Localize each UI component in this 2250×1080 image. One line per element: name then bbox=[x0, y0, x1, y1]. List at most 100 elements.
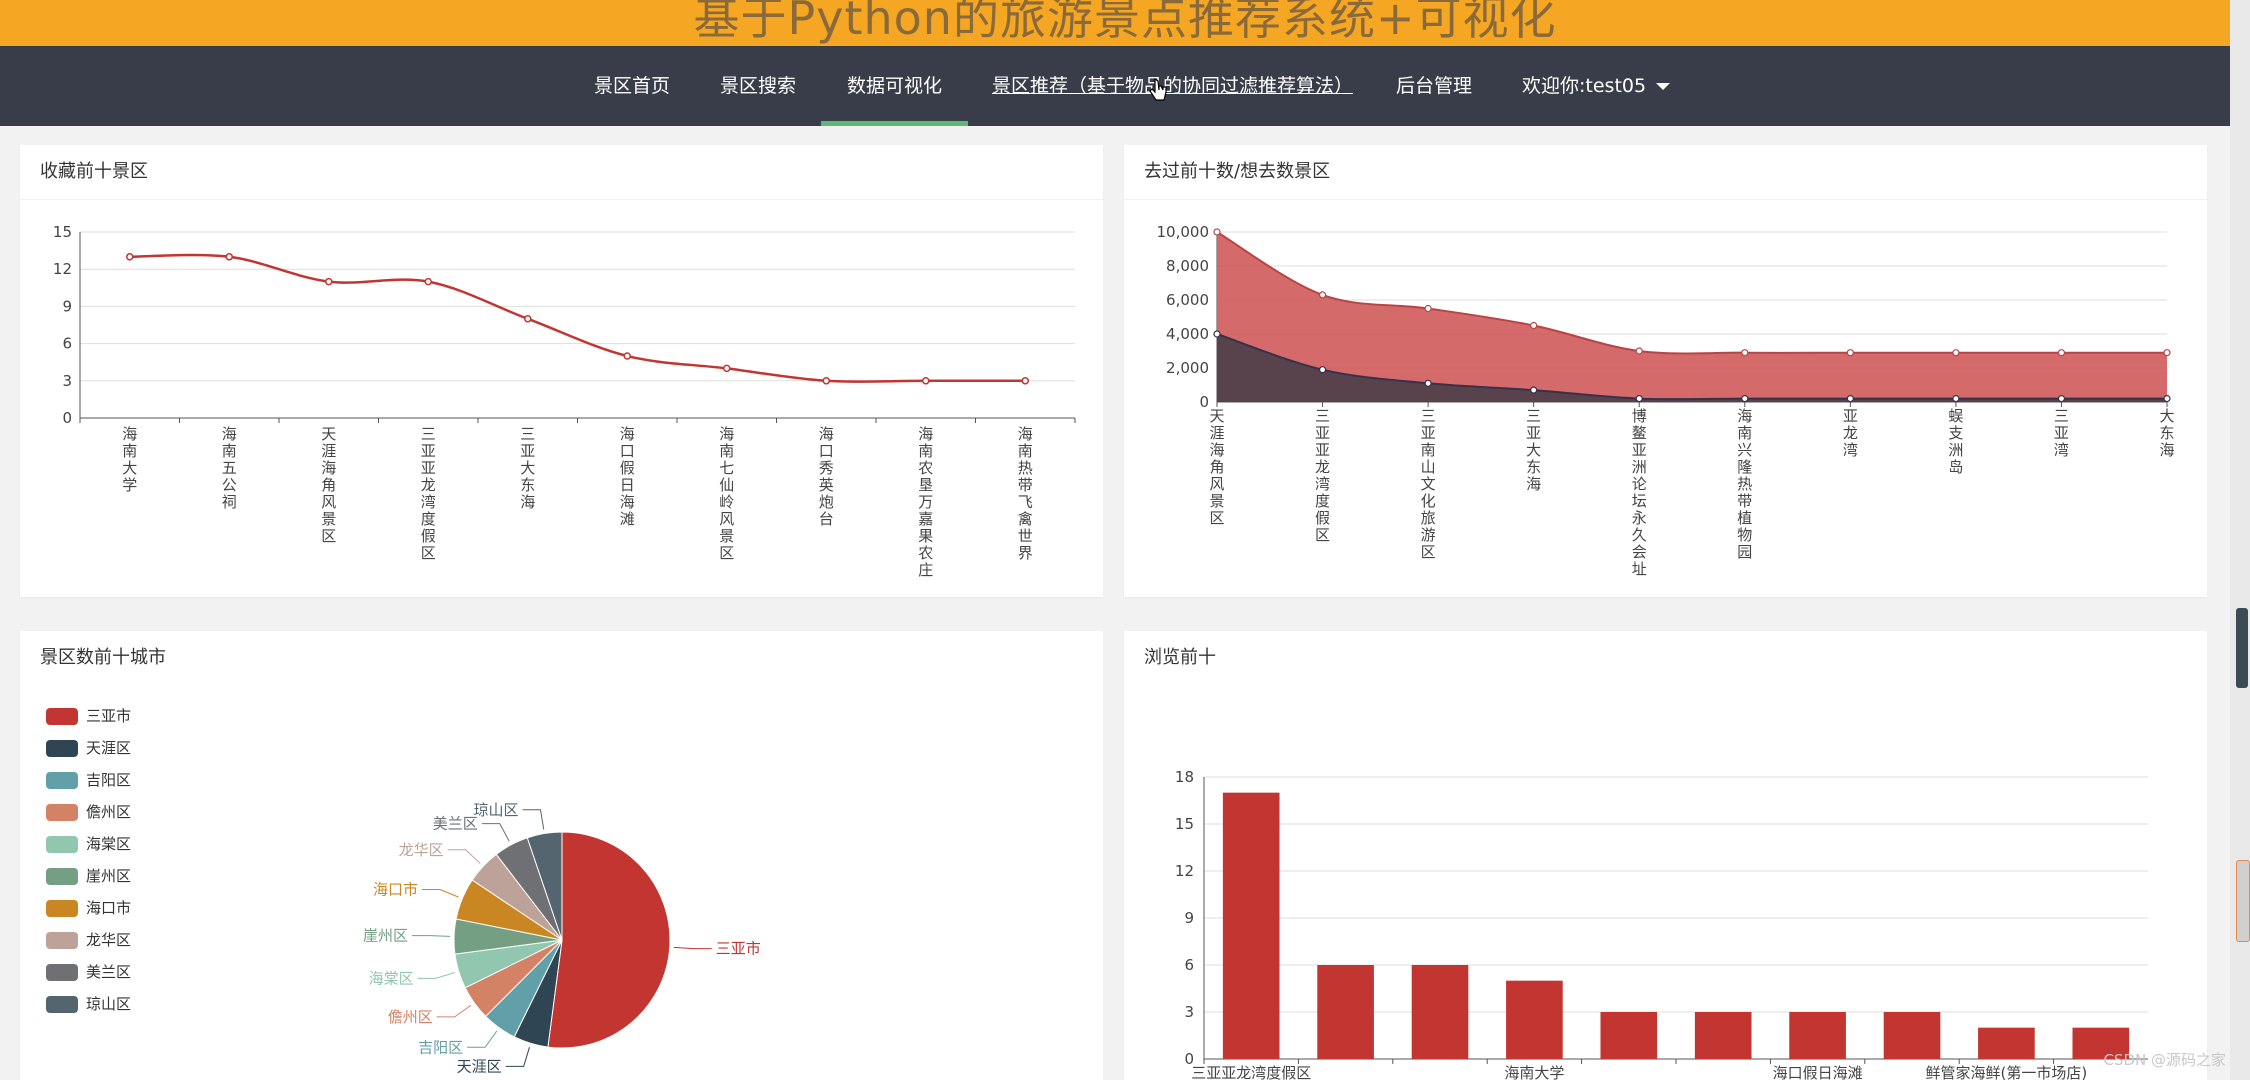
y-tick-label: 3 bbox=[62, 372, 72, 390]
x-tick-label: 三亚亚龙湾度假区 bbox=[1315, 407, 1331, 544]
y-tick-label: 6 bbox=[62, 335, 72, 353]
slice-label: 崖州区 bbox=[363, 927, 408, 945]
visits-area-chart: 02,0004,0006,0008,00010,000 bbox=[1157, 223, 2171, 411]
slice-label: 天涯区 bbox=[457, 1057, 502, 1075]
y-tick-label: 12 bbox=[1175, 862, 1194, 880]
data-point bbox=[1846, 395, 1854, 403]
data-point bbox=[424, 277, 432, 286]
y-tick-label: 9 bbox=[62, 297, 72, 315]
user-greeting: 欢迎你:test05 bbox=[1522, 75, 1647, 97]
y-tick-label: 6,000 bbox=[1166, 291, 1209, 309]
label-leader-line bbox=[447, 849, 481, 864]
nav-search[interactable]: 景区搜索 bbox=[720, 46, 796, 126]
slice-label: 海棠区 bbox=[369, 969, 414, 987]
data-point bbox=[1952, 349, 1960, 357]
data-point bbox=[723, 364, 731, 373]
label-leader-line bbox=[467, 1030, 498, 1048]
browse-panel: 浏览前十 0 3 6 9 12 15 18 三亚亚龙湾度假区 海南大学 海口假日海滩 鲜管家海鲜(第… bbox=[1124, 631, 2207, 1080]
x-tick-label: 三亚亚龙湾度假区 bbox=[1191, 1064, 1311, 1080]
x-tick-label: 天涯海角风景区 bbox=[1209, 407, 1225, 527]
slice-label: 儋州区 bbox=[388, 1008, 433, 1026]
data-point bbox=[1635, 347, 1643, 355]
city-panel: 景区数前十城市 三亚市 天涯区 吉阳区 儋州区 海棠区 崖州区 海口市 龙华区 美兰区 琼山区 三… bbox=[20, 631, 1103, 1080]
data-point bbox=[1530, 386, 1538, 394]
y-tick-label: 15 bbox=[53, 223, 72, 241]
chevron-down-icon bbox=[1656, 83, 1671, 90]
label-leader-line bbox=[505, 1047, 530, 1067]
x-tick-label: 海南七仙岭风景区 bbox=[719, 425, 735, 562]
x-tick-label: 海南农垦万嘉果农庄 bbox=[918, 425, 934, 579]
y-tick-label: 6 bbox=[1184, 956, 1194, 974]
x-tick-label: 三亚南山文化旅游区 bbox=[1420, 407, 1436, 561]
x-tick-label: 三亚大东海 bbox=[520, 425, 536, 511]
x-tick-label: 海口秀英炮台 bbox=[818, 425, 834, 528]
data-point bbox=[1424, 304, 1432, 313]
bar bbox=[1506, 980, 1563, 1059]
bar bbox=[1222, 792, 1280, 1059]
bar bbox=[1694, 1012, 1752, 1059]
data-point bbox=[2057, 349, 2066, 357]
nav-admin[interactable]: 后台管理 bbox=[1396, 46, 1472, 126]
data-point bbox=[1741, 349, 1749, 357]
y-tick-label: 8,000 bbox=[1166, 257, 1209, 275]
data-point bbox=[922, 377, 930, 385]
x-tick-label: 鲜管家海鲜(第一市场店) bbox=[1926, 1064, 2088, 1080]
data-point bbox=[1213, 330, 1221, 338]
pie-slice bbox=[547, 831, 671, 1049]
nav-user-menu[interactable]: 欢迎你:test05 bbox=[1522, 46, 1671, 126]
y-tick-label: 12 bbox=[53, 260, 72, 278]
bar bbox=[1317, 965, 1374, 1059]
y-tick-label: 15 bbox=[1175, 815, 1194, 833]
x-tick-label: 海口假日海滩 bbox=[1773, 1064, 1863, 1080]
label-leader-line bbox=[412, 935, 451, 937]
side-widget-handle[interactable] bbox=[2236, 860, 2250, 942]
data-point bbox=[126, 253, 134, 261]
label-leader-line bbox=[522, 809, 545, 830]
watermark: CSDN @源码之家 bbox=[2103, 1051, 2226, 1069]
data-point bbox=[1424, 379, 1432, 387]
x-tick-label: 蜈支洲岛 bbox=[1948, 407, 1964, 476]
bar bbox=[1600, 1012, 1658, 1059]
side-widget-handle[interactable] bbox=[2236, 608, 2248, 688]
data-point bbox=[1741, 395, 1749, 403]
label-leader-line bbox=[436, 1004, 472, 1018]
browse-bar-chart: 0369121518三亚亚龙湾度假区 海南大学 海口假日海滩 鲜管家海鲜(第一市场店) bbox=[1175, 768, 2148, 1080]
nav-home[interactable]: 景区首页 bbox=[594, 46, 670, 126]
x-tick-label: 海南大学 bbox=[122, 425, 138, 494]
label-leader-line bbox=[673, 946, 712, 950]
y-tick-label: 2,000 bbox=[1166, 359, 1209, 377]
bar bbox=[1883, 1012, 1941, 1059]
title-banner: 基于Python的旅游景点推荐系统+可视化 bbox=[0, 0, 2250, 46]
x-tick-label: 海口假日海滩 bbox=[619, 425, 635, 528]
y-tick-label: 3 bbox=[1184, 1003, 1194, 1021]
x-tick-label: 大东海 bbox=[2159, 407, 2175, 459]
slice-label: 美兰区 bbox=[433, 815, 478, 833]
slice-label: 吉阳区 bbox=[418, 1038, 463, 1056]
x-tick-label: 天涯海角风景区 bbox=[321, 425, 337, 545]
data-point bbox=[822, 377, 830, 385]
data-point bbox=[2057, 395, 2066, 403]
data-point bbox=[1952, 395, 1960, 403]
series-line bbox=[129, 253, 1026, 383]
x-tick-label: 亚龙湾 bbox=[1842, 407, 1858, 459]
favorites-panel: 收藏前十景区 0 3 6 9 12 15 海南大学 海南五公祠 天涯海角风景区 三亚亚龙湾度假区… bbox=[20, 145, 1103, 597]
x-tick-label: 三亚大东海 bbox=[1526, 407, 1542, 493]
y-tick-label: 9 bbox=[1184, 909, 1194, 927]
label-leader-line bbox=[417, 972, 455, 979]
data-point bbox=[1635, 395, 1643, 403]
data-point bbox=[225, 253, 233, 261]
slice-label: 海口市 bbox=[373, 880, 418, 898]
data-point bbox=[1021, 377, 1029, 385]
y-tick-label: 10,000 bbox=[1157, 223, 1210, 241]
label-leader-line bbox=[422, 888, 459, 898]
data-point bbox=[623, 352, 631, 360]
bar bbox=[1978, 1027, 2035, 1059]
x-tick-label: 三亚亚龙湾度假区 bbox=[420, 425, 436, 562]
nav-visualization[interactable]: 数据可视化 bbox=[820, 46, 969, 126]
bar bbox=[1789, 1012, 1846, 1059]
x-tick-label: 博鳌亚洲论坛永久会址 bbox=[1631, 407, 1647, 578]
data-point bbox=[524, 315, 532, 323]
nav-recommend[interactable]: 景区推荐（基于物品的协同过滤推荐算法） bbox=[992, 46, 1353, 126]
bar bbox=[1411, 965, 1469, 1059]
data-point bbox=[1530, 321, 1538, 330]
